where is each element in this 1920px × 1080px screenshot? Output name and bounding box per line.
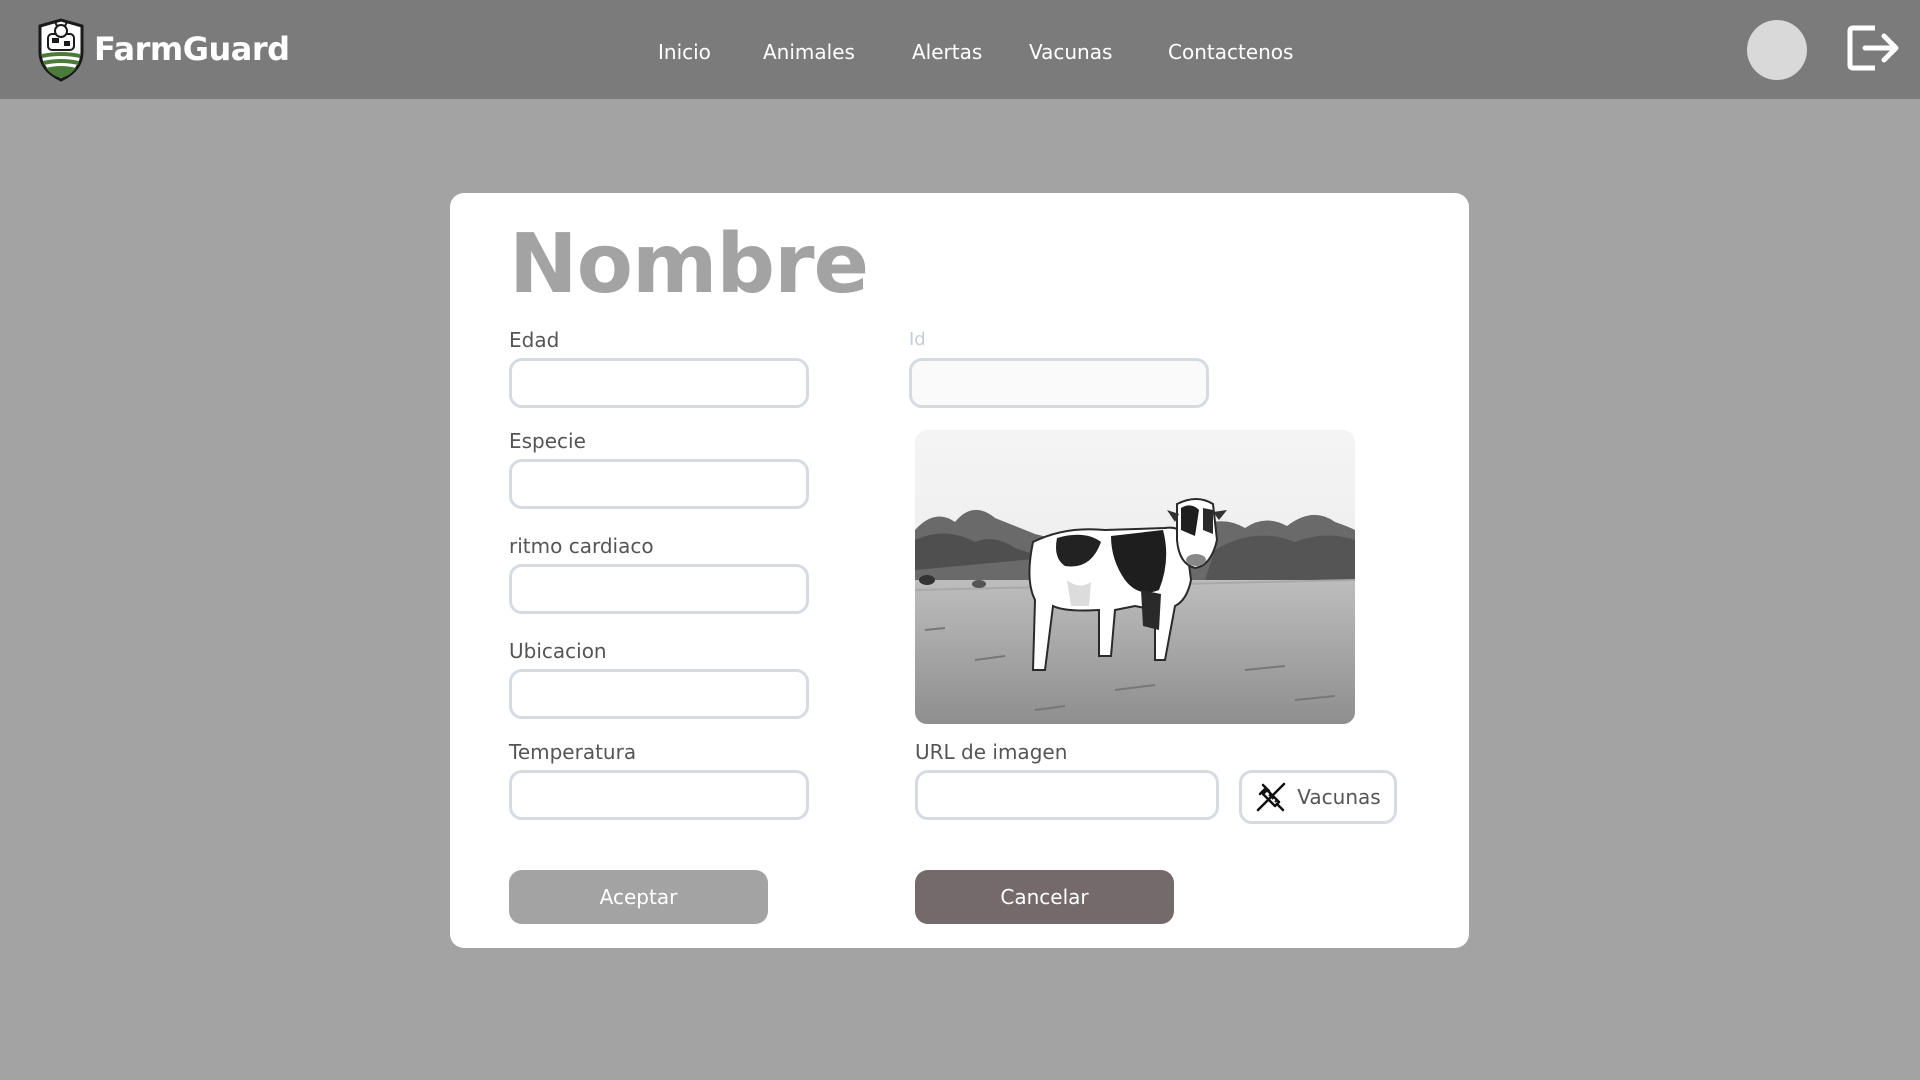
nav-alertas[interactable]: Alertas bbox=[912, 40, 982, 64]
nav-animales[interactable]: Animales bbox=[763, 40, 855, 64]
especie-input[interactable] bbox=[509, 459, 809, 509]
edad-label: Edad bbox=[509, 328, 560, 352]
page-title: Nombre bbox=[509, 217, 869, 312]
id-label: Id bbox=[909, 329, 926, 350]
animal-photo bbox=[915, 430, 1355, 724]
nav-vacunas[interactable]: Vacunas bbox=[1029, 40, 1112, 64]
navbar: FarmGuard Inicio Animales Alertas Vacuna… bbox=[0, 0, 1920, 99]
url-imagen-input[interactable] bbox=[915, 770, 1219, 820]
animal-form-card: Nombre Edad Id Especie ritmo cardiaco Ub… bbox=[450, 193, 1469, 948]
edad-input[interactable] bbox=[509, 358, 809, 408]
cancelar-button[interactable]: Cancelar bbox=[915, 870, 1174, 924]
ritmo-cardiaco-label: ritmo cardiaco bbox=[509, 534, 654, 558]
temperatura-label: Temperatura bbox=[509, 740, 637, 764]
ritmo-cardiaco-input[interactable] bbox=[509, 564, 809, 614]
syringe-icon bbox=[1257, 782, 1286, 812]
nav-inicio[interactable]: Inicio bbox=[658, 40, 711, 64]
temperatura-input[interactable] bbox=[509, 770, 809, 820]
vacunas-button[interactable]: Vacunas bbox=[1239, 770, 1397, 824]
nav-contactenos[interactable]: Contactenos bbox=[1168, 40, 1293, 64]
url-imagen-label: URL de imagen bbox=[915, 740, 1068, 764]
id-input[interactable] bbox=[909, 358, 1209, 408]
brand[interactable]: FarmGuard bbox=[36, 16, 290, 82]
aceptar-button[interactable]: Aceptar bbox=[509, 870, 768, 924]
cow-image bbox=[915, 430, 1355, 724]
especie-label: Especie bbox=[509, 429, 586, 453]
avatar[interactable] bbox=[1747, 20, 1807, 80]
ubicacion-label: Ubicacion bbox=[509, 639, 607, 663]
vacunas-button-label: Vacunas bbox=[1297, 785, 1381, 809]
ubicacion-input[interactable] bbox=[509, 669, 809, 719]
farm-shield-logo-icon bbox=[38, 18, 84, 82]
brand-name: FarmGuard bbox=[94, 30, 290, 68]
logout-icon[interactable] bbox=[1845, 22, 1901, 74]
